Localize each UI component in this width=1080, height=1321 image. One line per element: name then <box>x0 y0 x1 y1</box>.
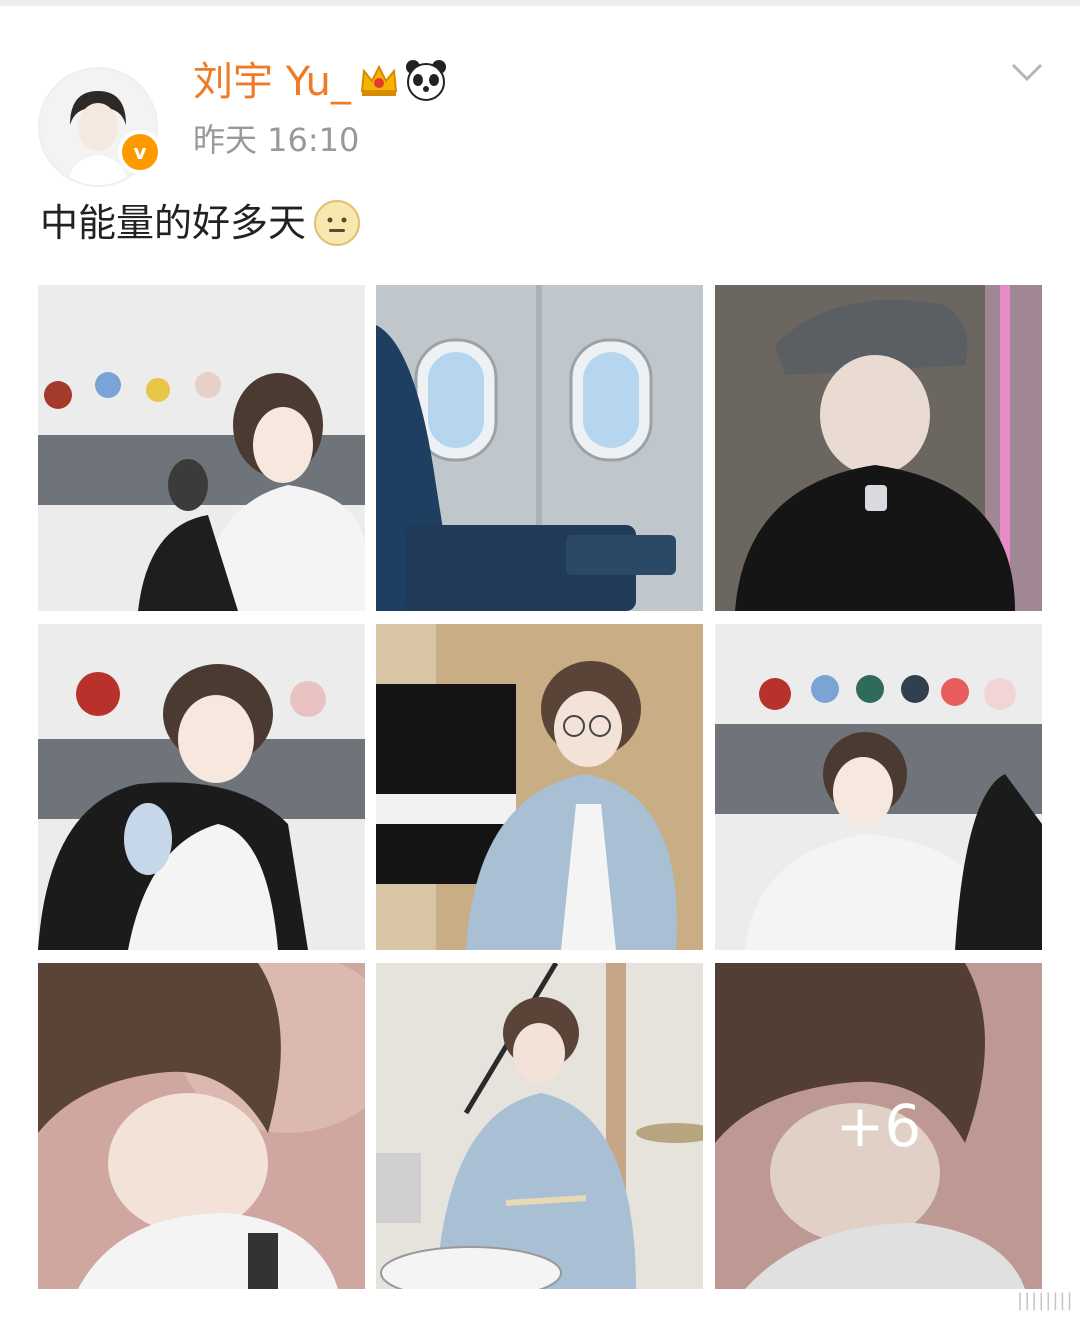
panda-icon[interactable] <box>404 58 448 102</box>
crown-icon[interactable] <box>358 61 400 99</box>
more-photos-count[interactable]: +6 <box>715 963 1042 1289</box>
photo-1[interactable] <box>38 285 365 611</box>
chevron-down-icon[interactable] <box>1010 60 1044 84</box>
post-text: 中能量的好多天 <box>40 198 362 248</box>
verified-badge: v <box>118 130 162 174</box>
photo-4[interactable] <box>38 624 365 950</box>
photo-9[interactable]: +6 <box>715 963 1042 1289</box>
photo-grid: +6 <box>38 285 1042 1289</box>
username[interactable]: 刘宇 Yu_ <box>193 58 351 106</box>
photo-3[interactable] <box>715 285 1042 611</box>
photo-7[interactable] <box>38 963 365 1289</box>
post-text-content: 中能量的好多天 <box>40 201 307 245</box>
post-timestamp: 昨天 16:10 <box>193 121 360 159</box>
photo-2[interactable] <box>376 285 703 611</box>
scroll-indicator: |||||||| <box>1017 1290 1074 1311</box>
face-emoji-icon <box>314 200 361 246</box>
photo-8[interactable] <box>376 963 703 1289</box>
photo-6[interactable] <box>715 624 1042 950</box>
top-strip <box>0 0 1080 6</box>
photo-5[interactable] <box>376 624 703 950</box>
